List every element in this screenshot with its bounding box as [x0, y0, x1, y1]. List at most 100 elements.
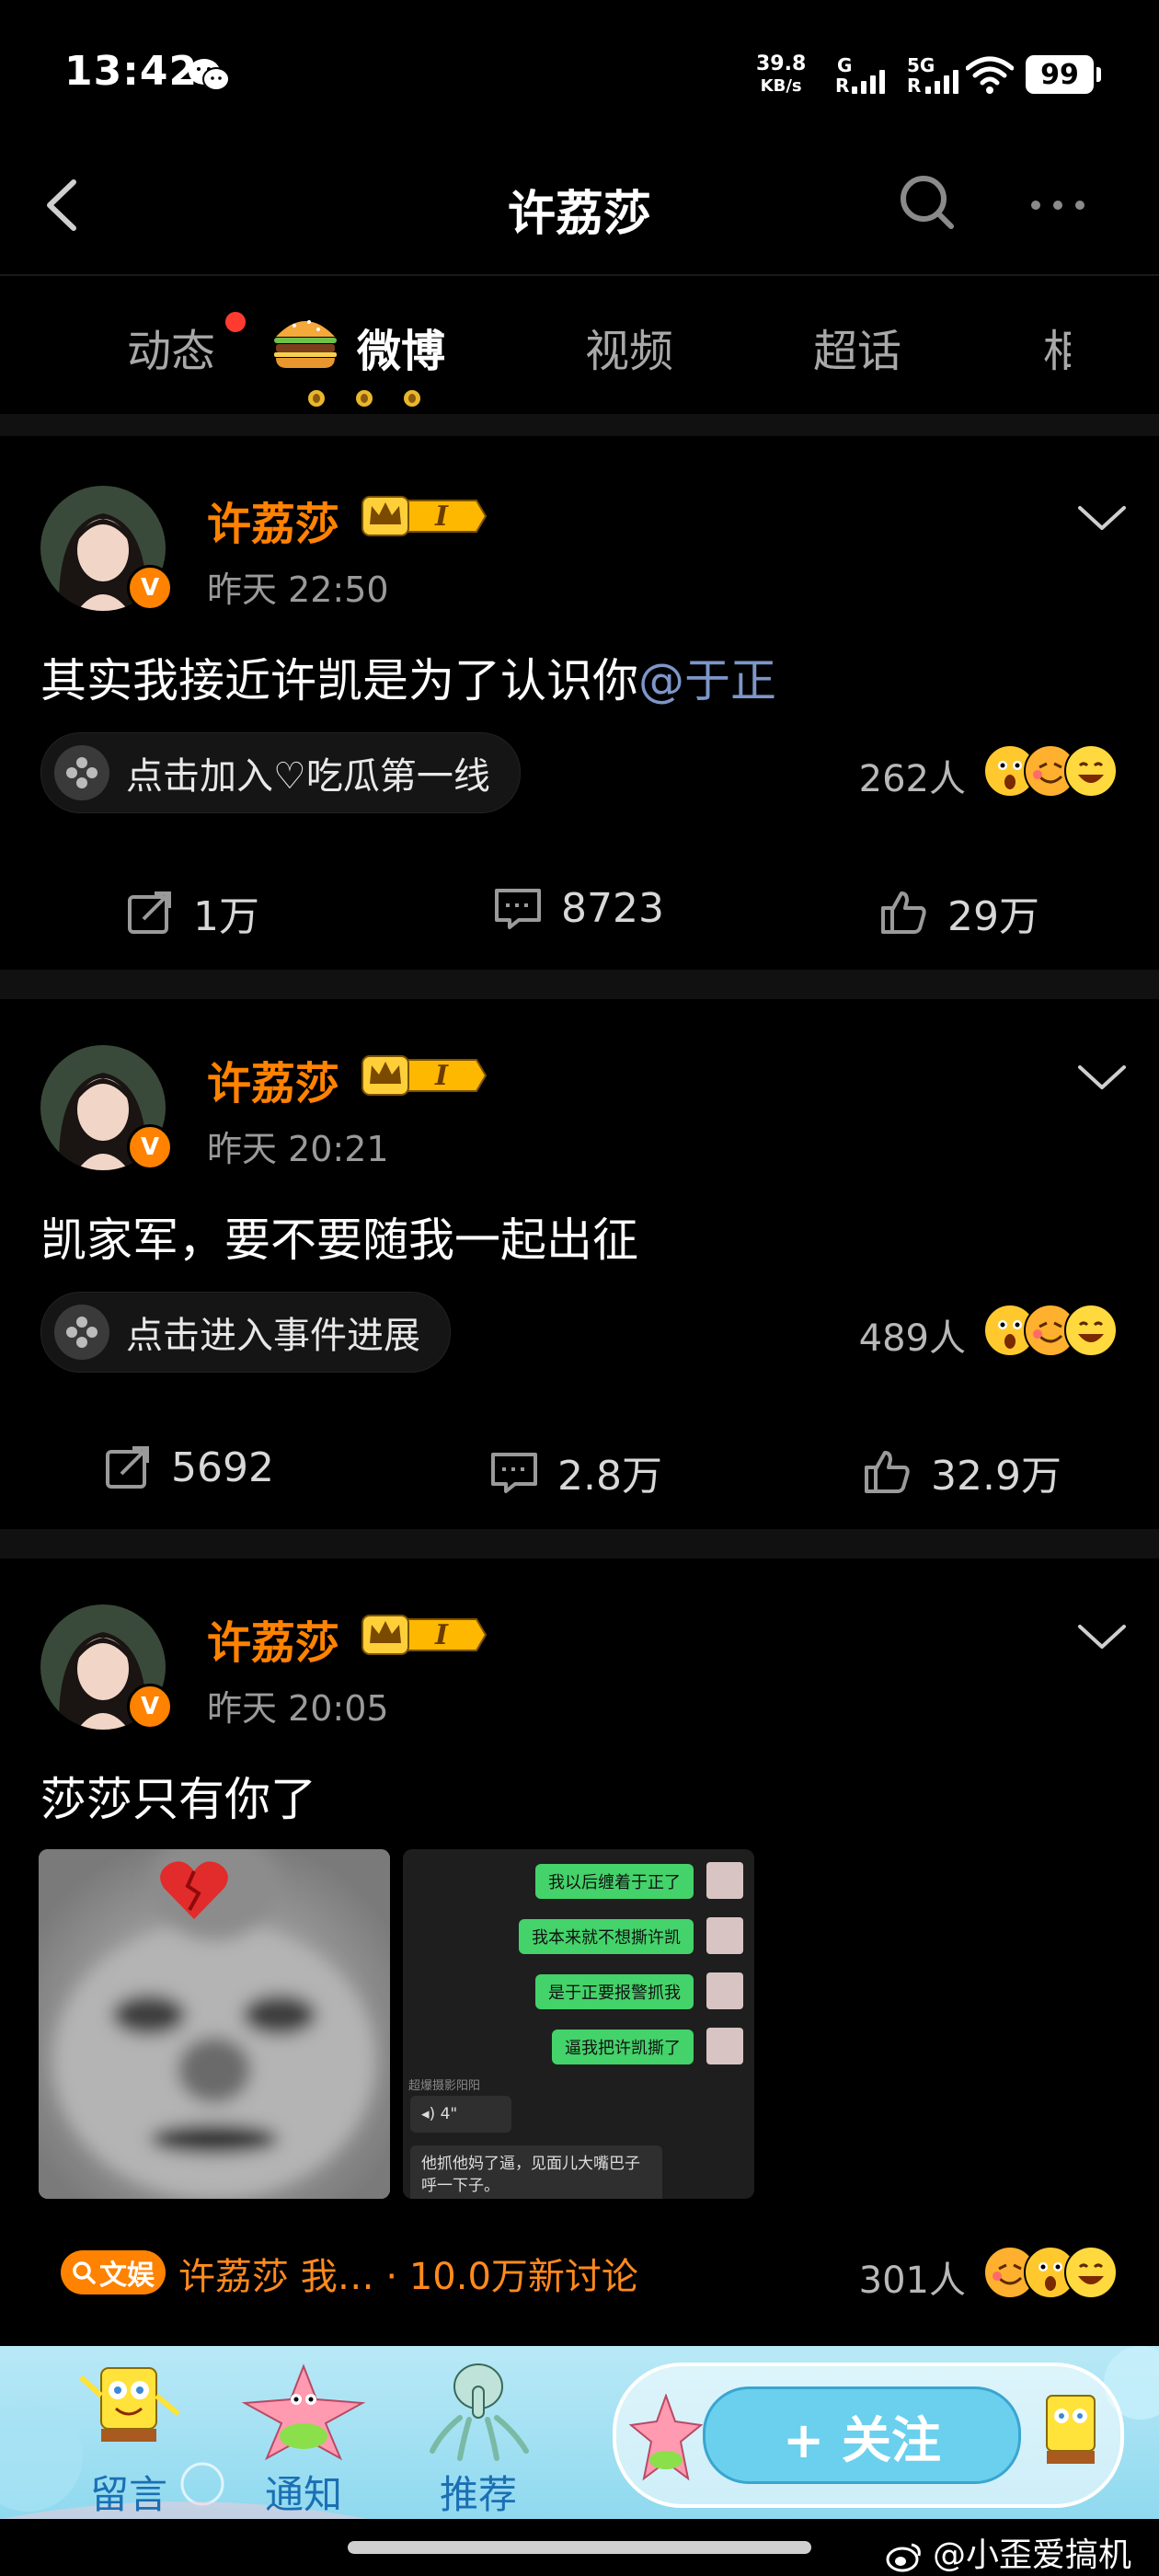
patrick-star-icon — [629, 2394, 703, 2481]
recommend-tab-button[interactable]: 推荐 — [405, 2346, 552, 2519]
follow-button-frame: + 关注 — [613, 2363, 1124, 2508]
post-image-meme[interactable] — [39, 1849, 390, 2199]
post-image-chat-screenshot[interactable]: 我以后缠着于正了 我本来就不想撕许凯 是于正要报警抓我 逼我把许凯撕了 超爆摄影… — [403, 1849, 754, 2199]
topic-pill-label: 点击加入♡吃瓜第一线 — [126, 755, 490, 798]
like-count: 29万 — [947, 893, 1039, 940]
post-text: 凯家军，要不要随我一起出征 — [40, 1213, 638, 1267]
comment-button[interactable]: 2.8万 — [489, 1443, 662, 1501]
page-title: 许荔莎 — [507, 187, 651, 242]
chat-bubble: 逼我把许凯撕了 — [552, 2030, 694, 2064]
author-name[interactable]: 许荔莎 — [207, 1606, 339, 1671]
post-separator — [0, 1529, 1159, 1558]
nav-divider — [0, 274, 1159, 276]
tab-dynamics-badge — [224, 310, 247, 334]
wechat-notification-icon — [189, 59, 230, 91]
patrick-star-icon — [241, 2363, 366, 2461]
share-icon — [128, 891, 171, 934]
topic-category-tag[interactable]: 文娱 — [61, 2250, 166, 2294]
watermark: @小歪爱搞机 — [886, 2528, 1131, 2576]
spongebob-icon — [1046, 2395, 1096, 2464]
author-name[interactable]: 许荔莎 — [207, 488, 339, 552]
member-crown-badge-icon[interactable]: I — [361, 1610, 488, 1660]
comment-tab-button[interactable]: 留言 — [55, 2346, 202, 2519]
sim1-type: G — [837, 54, 853, 76]
verified-badge-icon: V — [127, 1124, 173, 1170]
repost-count: 5692 — [171, 1443, 274, 1491]
tab-dynamics[interactable]: 动态 — [127, 315, 215, 379]
verified-badge-icon: V — [127, 1684, 173, 1730]
comment-tab-label: 留言 — [89, 2472, 167, 2517]
search-icon — [73, 2261, 96, 2284]
chat-bubble: 我以后缠着于正了 — [535, 1864, 694, 1899]
emoji-reactions-icon — [983, 2246, 1118, 2299]
search-icon[interactable] — [898, 173, 957, 232]
chevron-down-icon[interactable] — [1076, 1062, 1128, 1091]
topic-category-label: 文娱 — [99, 2260, 155, 2292]
notify-tab-label: 通知 — [264, 2472, 342, 2517]
broken-heart-icon — [160, 1861, 228, 1919]
tabs-divider — [0, 414, 1159, 436]
chat-avatar — [706, 1862, 743, 1899]
chat-voice-message: ◂) 4" — [410, 2096, 511, 2133]
chevron-down-icon[interactable] — [1076, 502, 1128, 532]
chat-reply: 他抓他妈了逼，见面儿大嘴巴子呼一下子。 — [410, 2145, 662, 2199]
crown-badge-level: I — [434, 1619, 449, 1651]
tab-video[interactable]: 视频 — [585, 315, 673, 379]
participant-count: 489人 — [858, 1317, 966, 1360]
post-time: 昨天 22:50 — [207, 569, 389, 610]
repost-button[interactable]: 1万 — [125, 883, 259, 942]
verified-badge-icon: V — [127, 565, 173, 611]
member-crown-badge-icon[interactable]: I — [361, 491, 488, 541]
more-options-icon[interactable] — [1028, 198, 1087, 213]
hot-topic-link[interactable]: 许荔莎 我… · 10.0万新讨论 — [178, 2247, 638, 2300]
chevron-down-icon[interactable] — [1076, 1621, 1128, 1650]
chat-sender-name: 超爆摄影阳阳 — [408, 2079, 481, 2093]
topic-pill-label: 点击进入事件进展 — [126, 1315, 420, 1357]
member-crown-badge-icon[interactable]: I — [361, 1051, 488, 1100]
tab-weibo[interactable]: 微博 — [357, 315, 445, 379]
bottom-action-bar: 留言 通知 推荐 + 关注 — [0, 2346, 1159, 2519]
follow-button[interactable]: + 关注 — [703, 2386, 1021, 2484]
home-indicator[interactable] — [348, 2541, 811, 2554]
crown-badge-level: I — [434, 500, 449, 533]
active-tab-indicator — [308, 390, 420, 407]
chat-bubble: 我本来就不想撕许凯 — [519, 1919, 694, 1954]
recommend-tab-label: 推荐 — [439, 2472, 517, 2517]
mention-link[interactable]: @于正 — [638, 654, 776, 707]
comment-icon — [495, 889, 541, 929]
network-speed-unit: KB/s — [760, 76, 802, 96]
chat-bubble: 是于正要报警抓我 — [535, 1974, 694, 2009]
flower-icon — [54, 1305, 109, 1360]
repost-count: 1万 — [193, 893, 259, 940]
comment-button[interactable]: 8723 — [493, 883, 664, 933]
voice-duration: 4" — [440, 2105, 458, 2123]
sim1-label: G R — [835, 55, 852, 96]
like-button[interactable]: 32.9万 — [863, 1443, 1061, 1501]
thumbs-up-icon — [881, 891, 926, 934]
tab-photos[interactable]: 相 — [1043, 315, 1071, 379]
weibo-logo-icon — [886, 2543, 921, 2572]
post-separator — [0, 970, 1159, 999]
post-time: 昨天 20:05 — [207, 1688, 389, 1729]
burger-icon — [274, 320, 337, 368]
spongebob-icon — [78, 2367, 180, 2442]
tab-supertopic[interactable]: 超话 — [813, 315, 901, 379]
author-name[interactable]: 许荔莎 — [207, 1047, 339, 1111]
battery-indicator: 99 — [1026, 55, 1101, 94]
notify-tab-button[interactable]: 通知 — [230, 2346, 377, 2519]
emoji-reactions-icon — [983, 1304, 1118, 1357]
event-topic-pill[interactable]: 点击进入事件进展 — [40, 1292, 451, 1373]
sim2-signal-icon — [925, 68, 958, 94]
network-speed: 39.8 KB/s — [756, 53, 806, 98]
event-topic-pill[interactable]: 点击加入♡吃瓜第一线 — [40, 732, 521, 813]
status-time: 13:42 — [64, 48, 199, 95]
squidward-icon — [430, 2363, 529, 2461]
like-button[interactable]: 29万 — [879, 883, 1039, 942]
post-body: 其实我接近许凯是为了认识你 — [40, 654, 638, 707]
emoji-reactions-icon — [983, 744, 1118, 798]
repost-button[interactable]: 5692 — [103, 1443, 274, 1492]
chat-avatar — [706, 2028, 743, 2064]
share-icon — [106, 1446, 149, 1489]
post-text: 其实我接近许凯是为了认识你@于正 — [40, 644, 776, 710]
network-speed-value: 39.8 — [756, 52, 807, 75]
